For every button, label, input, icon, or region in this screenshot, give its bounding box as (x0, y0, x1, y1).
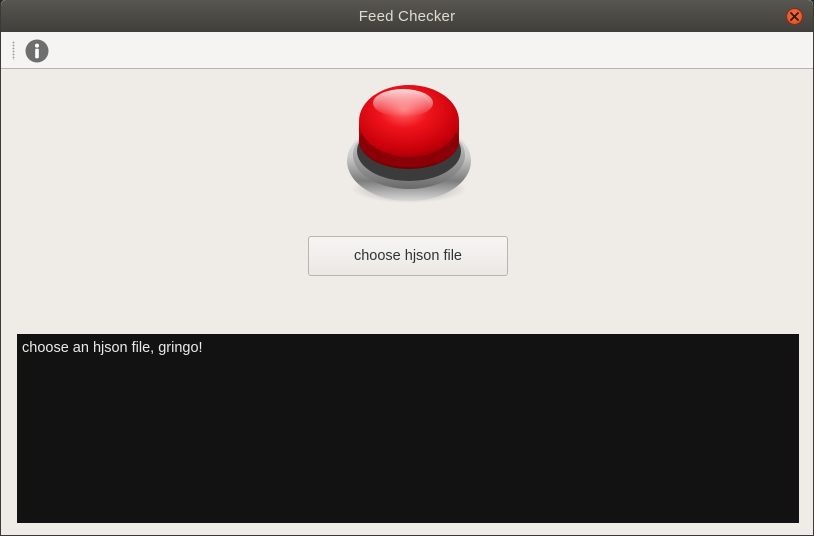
toolbar-grip-handle[interactable] (12, 41, 15, 60)
close-icon (790, 12, 799, 21)
app-window: Feed Checker choose hjson file choose an… (0, 0, 814, 536)
output-text: choose an hjson file, gringo! (22, 340, 203, 356)
red-push-button-icon (347, 85, 471, 203)
close-button[interactable] (786, 8, 803, 25)
title-bar[interactable]: Feed Checker (1, 0, 813, 32)
choose-hjson-file-label: choose hjson file (353, 248, 462, 264)
output-console[interactable]: choose an hjson file, gringo! (17, 334, 799, 523)
main-content: choose hjson file choose an hjson file, … (1, 69, 813, 535)
info-button[interactable] (25, 39, 49, 63)
toolbar (1, 32, 813, 69)
window-title: Feed Checker (358, 7, 456, 25)
choose-hjson-file-button[interactable]: choose hjson file (308, 236, 508, 276)
info-icon (25, 39, 49, 63)
big-red-button[interactable] (345, 77, 475, 207)
